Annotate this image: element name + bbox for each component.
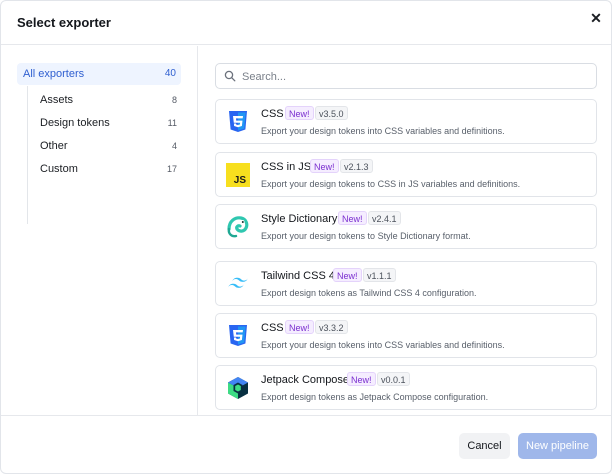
- search-icon: [224, 70, 236, 82]
- sidebar-item-custom[interactable]: Custom 17: [28, 158, 182, 180]
- sidebar-subcategories: Assets 8 Design tokens 11 Other 4 Custom…: [27, 86, 181, 224]
- exporter-list-panel: CSS New! v3.5.0 Export your design token…: [199, 46, 611, 415]
- sidebar-item-count: 40: [164, 68, 176, 79]
- search-box: [215, 63, 597, 89]
- select-exporter-dialog: Select exporter ✕ All exporters 40 Asset…: [0, 0, 612, 474]
- new-badge: New!: [285, 106, 314, 120]
- sidebar-item-label: Custom: [40, 163, 78, 175]
- sidebar-item-count: 11: [167, 118, 177, 128]
- exporter-card-tailwind-css-4[interactable]: Tailwind CSS 4 New! v1.1.1 Export design…: [215, 261, 597, 306]
- new-badge: New!: [338, 211, 367, 225]
- sidebar-item-label: Design tokens: [40, 117, 110, 129]
- exporter-card-css-legacy[interactable]: CSS New! v3.3.2 Export your design token…: [215, 313, 597, 358]
- sidebar-item-label: All exporters: [23, 68, 85, 80]
- version-badge: v3.3.2: [315, 320, 348, 334]
- css3-logo-icon: [229, 111, 247, 132]
- version-badge: v2.4.1: [368, 211, 401, 225]
- exporter-description: Export design tokens as Tailwind CSS 4 c…: [261, 288, 477, 298]
- sidebar-item-count: 17: [166, 164, 177, 174]
- tailwind-logo-icon: [228, 277, 248, 288]
- sidebar-item-count: 8: [171, 95, 177, 105]
- exporter-description: Export your design tokens to CSS in JS v…: [261, 179, 521, 189]
- exporter-card-style-dictionary[interactable]: Style Dictionary New! v2.4.1 Export your…: [215, 204, 597, 249]
- svg-text:JS: JS: [234, 175, 247, 186]
- exporter-name: CSS: [261, 322, 284, 334]
- sidebar-item-label: Assets: [40, 94, 74, 106]
- exporter-description: Export your design tokens into CSS varia…: [261, 340, 505, 350]
- exporter-description: Export your design tokens to Style Dicti…: [261, 231, 471, 241]
- javascript-logo-icon: JS: [226, 163, 250, 187]
- exporter-card-css-in-js[interactable]: JS CSS in JS New! v2.1.3 Export your des…: [215, 152, 597, 197]
- search-input[interactable]: [242, 68, 582, 85]
- sidebar-item-assets[interactable]: Assets 8: [28, 89, 182, 111]
- exporter-name: Style Dictionary: [261, 213, 338, 225]
- exporter-name: Jetpack Compose: [261, 374, 350, 386]
- new-badge: New!: [347, 372, 376, 386]
- version-badge: v1.1.1: [363, 268, 396, 282]
- exporter-name: CSS: [261, 108, 284, 120]
- dialog-footer: Cancel New pipeline: [1, 415, 611, 473]
- exporter-description: Export your design tokens into CSS varia…: [261, 126, 505, 136]
- chameleon-logo-icon: [227, 216, 249, 238]
- exporter-description: Export design tokens as Jetpack Compose …: [261, 392, 489, 402]
- version-badge: v2.1.3: [340, 159, 373, 173]
- sidebar-item-label: Other: [40, 140, 68, 152]
- exporter-card-jetpack-compose[interactable]: Jetpack Compose New! v0.0.1 Export desig…: [215, 365, 597, 410]
- dialog-title: Select exporter: [17, 15, 111, 30]
- new-badge: New!: [310, 159, 339, 173]
- sidebar-item-design-tokens[interactable]: Design tokens 11: [28, 112, 182, 134]
- category-sidebar: All exporters 40 Assets 8 Design tokens …: [1, 46, 198, 415]
- exporter-card-css[interactable]: CSS New! v3.5.0 Export your design token…: [215, 99, 597, 144]
- new-badge: New!: [333, 268, 362, 282]
- dialog-header: Select exporter ✕: [1, 1, 611, 45]
- sidebar-item-count: 4: [171, 141, 177, 151]
- exporter-name: CSS in JS: [261, 161, 312, 173]
- exporter-name: Tailwind CSS 4: [261, 270, 335, 282]
- version-badge: v3.5.0: [315, 106, 348, 120]
- new-badge: New!: [285, 320, 314, 334]
- cancel-button[interactable]: Cancel: [459, 433, 510, 459]
- jetpack-compose-logo-icon: [228, 377, 248, 399]
- close-icon[interactable]: ✕: [589, 11, 603, 25]
- css3-logo-icon: [229, 325, 247, 346]
- sidebar-item-all-exporters[interactable]: All exporters 40: [17, 63, 181, 85]
- sidebar-item-other[interactable]: Other 4: [28, 135, 182, 157]
- version-badge: v0.0.1: [377, 372, 410, 386]
- new-pipeline-button[interactable]: New pipeline: [518, 433, 597, 459]
